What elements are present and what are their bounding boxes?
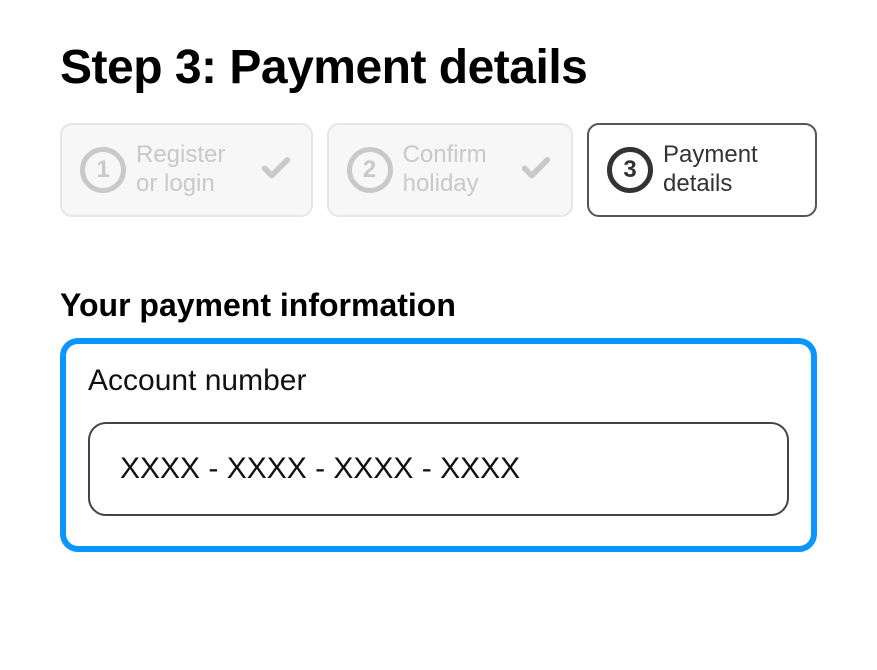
check-icon [259,150,293,189]
step-label: Payment details [663,141,797,199]
step-label: Confirm holiday [403,141,509,199]
account-number-input[interactable] [88,422,789,516]
step-label: Register or login [136,141,249,199]
step-1-register-or-login: 1 Register or login [60,123,313,217]
step-number-badge: 1 [80,147,126,193]
highlighted-field-frame: Account number [60,338,817,552]
step-number-badge: 3 [607,147,653,193]
progress-steps: 1 Register or login 2 Confirm holiday 3 … [60,123,817,217]
section-heading-payment-info: Your payment information [60,287,817,324]
page-title: Step 3: Payment details [60,40,817,95]
step-2-confirm-holiday: 2 Confirm holiday [327,123,573,217]
step-number-badge: 2 [347,147,393,193]
step-3-payment-details: 3 Payment details [587,123,817,217]
check-icon [519,150,553,189]
account-number-label: Account number [88,364,789,398]
